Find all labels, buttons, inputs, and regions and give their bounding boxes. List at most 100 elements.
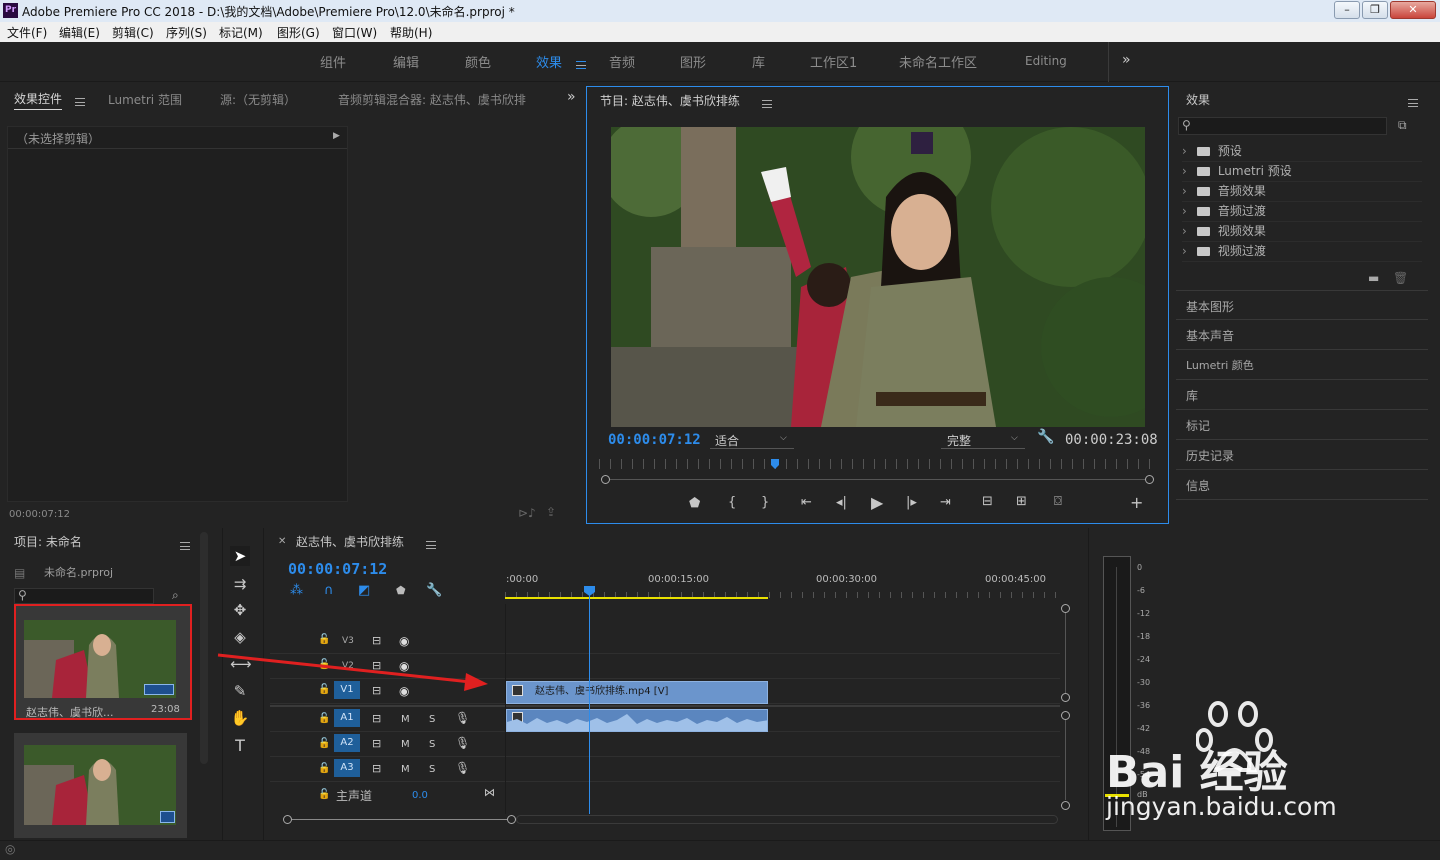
button-editor-plus-icon[interactable]: + <box>1130 493 1143 512</box>
mark-out-icon[interactable]: } <box>761 495 769 510</box>
more-tabs-icon[interactable]: » <box>567 89 576 105</box>
tab-source[interactable]: 源:（无剪辑） <box>220 91 296 108</box>
mute-button[interactable]: M <box>401 714 410 725</box>
go-to-out-icon[interactable]: ⇥ <box>940 495 951 510</box>
workspace-menu-icon[interactable] <box>576 57 586 71</box>
workspace-audio[interactable]: 音频 <box>609 52 635 71</box>
timeline-playhead-line[interactable] <box>589 592 590 814</box>
effects-folder-video-effects[interactable]: › 视频效果 <box>1182 222 1422 242</box>
panel-libraries[interactable]: 库 <box>1176 380 1428 410</box>
tab-lumetri-scopes[interactable]: Lumetri 范围 <box>108 91 182 108</box>
track-target-a2[interactable]: A2 <box>334 734 360 752</box>
step-forward-icon[interactable]: |▸ <box>906 495 917 510</box>
microphone-icon[interactable]: 🎙 <box>455 711 470 725</box>
track-target-a1[interactable]: A1 <box>334 709 360 727</box>
effects-folder-video-transitions[interactable]: › 视频过渡 <box>1182 242 1422 262</box>
sync-lock-icon[interactable]: ⊟ <box>372 762 381 775</box>
horizontal-zoom-handle[interactable] <box>507 815 516 824</box>
lock-icon[interactable]: 🔓 <box>318 789 330 800</box>
project-item-sequence[interactable] <box>14 733 187 838</box>
hand-tool-icon[interactable]: ✋ <box>230 708 250 728</box>
solo-button[interactable]: S <box>429 739 435 750</box>
panel-essential-sound[interactable]: 基本声音 <box>1176 320 1428 350</box>
audio-clip[interactable] <box>506 709 768 732</box>
go-to-in-icon[interactable]: ⇤ <box>801 495 812 510</box>
panel-markers[interactable]: 标记 <box>1176 410 1428 440</box>
menu-clip[interactable]: 剪辑(C) <box>112 24 154 41</box>
master-volume-value[interactable]: 0.0 <box>412 790 428 801</box>
nest-toggle-icon[interactable]: ⁂ <box>290 583 303 598</box>
vertical-zoom-handle[interactable] <box>1061 711 1070 720</box>
vertical-zoom-handle[interactable] <box>1061 604 1070 613</box>
menu-sequence[interactable]: 序列(S) <box>166 24 207 41</box>
mute-button[interactable]: M <box>401 764 410 775</box>
type-tool-icon[interactable]: T <box>230 736 250 756</box>
sync-lock-icon[interactable]: ⊟ <box>372 712 381 725</box>
close-tab-icon[interactable]: ✕ <box>278 536 286 547</box>
sync-lock-icon[interactable]: ⊟ <box>372 737 381 750</box>
lock-icon[interactable]: 🔓 <box>318 738 330 749</box>
selection-tool-icon[interactable]: ➤ <box>230 546 250 566</box>
workspace-libraries[interactable]: 库 <box>752 52 765 71</box>
more-workspaces-icon[interactable]: » <box>1122 52 1131 68</box>
vertical-zoom-handle[interactable] <box>1061 693 1070 702</box>
ripple-edit-tool-icon[interactable]: ✥ <box>230 600 250 620</box>
mini-ruler[interactable] <box>599 459 1151 469</box>
panel-menu-icon[interactable] <box>75 94 85 108</box>
video-frame[interactable] <box>611 127 1145 427</box>
quality-dropdown[interactable]: 完整 ⌵ <box>941 431 1025 449</box>
microphone-icon[interactable]: 🎙 <box>455 736 470 750</box>
zoom-bar[interactable] <box>605 479 1151 480</box>
solo-button[interactable]: S <box>429 764 435 775</box>
track-select-tool-icon[interactable]: ⇉ <box>230 574 250 594</box>
effects-search-input[interactable]: ⚲ <box>1178 117 1387 135</box>
vertical-scrollbar[interactable] <box>1065 613 1066 693</box>
export-icon[interactable]: ⇪ <box>546 505 556 519</box>
work-area-bar[interactable] <box>505 597 768 599</box>
effects-folder-lumetri[interactable]: › Lumetri 预设 <box>1182 162 1422 182</box>
extract-icon[interactable]: ⊞ <box>1016 494 1027 509</box>
expand-arrow-icon[interactable]: ▶ <box>333 131 340 141</box>
razor-tool-icon[interactable]: ◈ <box>230 627 250 647</box>
video-clip[interactable]: 赵志伟、虞书欣排练.mp4 [V] <box>506 681 768 704</box>
effects-folder-audio-effects[interactable]: › 音频效果 <box>1182 182 1422 202</box>
lock-icon[interactable]: 🔓 <box>318 634 330 645</box>
timeline-timecode[interactable]: 00:00:07:12 <box>288 560 387 578</box>
microphone-icon[interactable]: 🎙 <box>455 761 470 775</box>
panel-history[interactable]: 历史记录 <box>1176 440 1428 470</box>
linked-selection-icon[interactable]: ◩ <box>358 583 370 598</box>
timeline-settings-wrench-icon[interactable]: 🔧 <box>426 583 442 598</box>
project-search-input[interactable]: ⚲ <box>14 588 154 604</box>
menu-window[interactable]: 窗口(W) <box>332 24 377 41</box>
effects-folder-audio-transitions[interactable]: › 音频过渡 <box>1182 202 1422 222</box>
workspace-untitled[interactable]: 未命名工作区 <box>899 52 977 71</box>
vertical-zoom-handle[interactable] <box>1061 801 1070 810</box>
horizontal-zoom-handle[interactable] <box>283 815 292 824</box>
new-bin-icon[interactable]: ⧉ <box>1398 118 1407 133</box>
mute-button[interactable]: M <box>401 739 410 750</box>
workspace-graphics[interactable]: 图形 <box>680 52 706 71</box>
maximize-button[interactable]: ❐ <box>1362 1 1388 19</box>
workspace-editing-cn[interactable]: 编辑 <box>393 52 419 71</box>
add-marker-icon[interactable]: ⬟ <box>396 584 406 597</box>
step-back-icon[interactable]: ◂| <box>836 495 847 510</box>
solo-button[interactable]: S <box>429 714 435 725</box>
minimize-button[interactable]: – <box>1334 1 1360 19</box>
zoom-handle-right[interactable] <box>1145 475 1154 484</box>
horizontal-scrollbar[interactable] <box>516 815 1058 824</box>
workspace-color[interactable]: 颜色 <box>465 52 491 71</box>
tab-effect-controls[interactable]: 效果控件 <box>14 90 63 110</box>
mark-in-icon[interactable]: { <box>728 495 736 510</box>
menu-help[interactable]: 帮助(H) <box>390 24 432 41</box>
program-menu-icon[interactable] <box>762 96 772 110</box>
workspace-assembly[interactable]: 组件 <box>320 52 346 71</box>
timeline-menu-icon[interactable] <box>426 537 436 551</box>
filter-icon[interactable]: ⊳♪ <box>518 506 536 520</box>
lock-icon[interactable]: 🔓 <box>318 763 330 774</box>
lock-icon[interactable]: 🔓 <box>318 713 330 724</box>
panel-info[interactable]: 信息 <box>1176 470 1428 500</box>
workspace-effects[interactable]: 效果 <box>536 52 562 71</box>
delete-icon[interactable]: 🗑 <box>1393 271 1408 285</box>
program-timecode[interactable]: 00:00:07:12 <box>608 432 701 448</box>
menu-graphics[interactable]: 图形(G) <box>277 24 320 41</box>
